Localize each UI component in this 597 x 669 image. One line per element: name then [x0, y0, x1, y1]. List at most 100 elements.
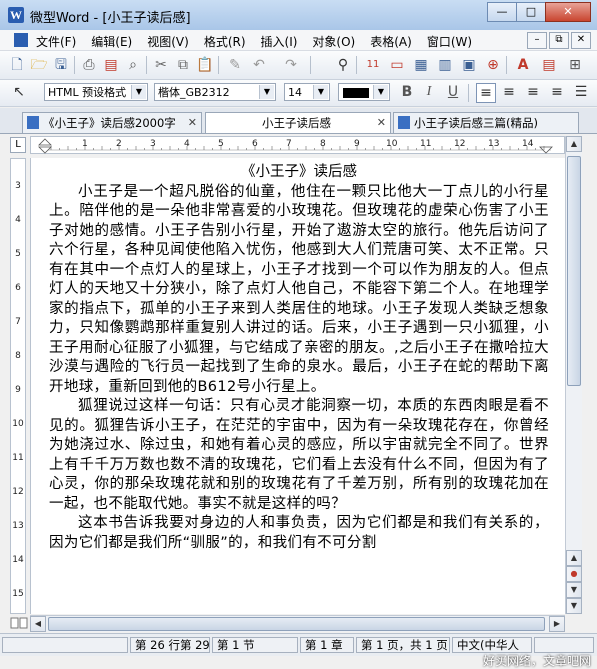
menu-format[interactable]: 格式(R) — [204, 33, 246, 50]
ruler-number: 6 — [252, 139, 258, 149]
scroll-right-icon[interactable]: ▶ — [549, 616, 565, 632]
paste-icon[interactable]: 📋 — [196, 56, 214, 74]
close-tab-icon[interactable]: ✕ — [188, 113, 197, 133]
ruler-number: 4 — [184, 139, 190, 149]
italic-button[interactable]: I — [420, 83, 438, 101]
view-mode-icon[interactable] — [10, 616, 28, 630]
justify-icon[interactable]: ≡ — [548, 83, 566, 101]
page-down-icon[interactable]: ▼ — [566, 582, 582, 598]
toolbar-overflow-icon[interactable]: ⊞ — [566, 56, 584, 74]
vertical-ruler[interactable]: 3 4 5 6 7 8 9 10 11 12 13 14 15 — [10, 158, 26, 614]
insert-table-icon[interactable]: ▦ — [412, 56, 430, 74]
print-preview-icon[interactable]: ⌕ — [124, 56, 142, 74]
cut-icon[interactable]: ✂ — [152, 56, 170, 74]
menu-object[interactable]: 对象(O) — [312, 33, 355, 50]
browse-object-icon[interactable]: ● — [566, 566, 582, 582]
document-menu-icon[interactable] — [14, 33, 28, 47]
undo-icon[interactable]: ↶ — [250, 56, 268, 74]
word-app-icon[interactable]: W — [8, 7, 24, 23]
menu-view[interactable]: 视图(V) — [147, 33, 189, 50]
distributed-align-icon[interactable]: ☰ — [572, 83, 590, 101]
doc-restore-button[interactable]: ⧉ — [549, 32, 569, 49]
horizontal-ruler[interactable]: 1 2 3 4 5 6 7 8 9 10 11 12 13 14 — [30, 136, 565, 154]
ruler-number: 14 — [12, 555, 24, 565]
word-doc-icon — [398, 116, 410, 129]
print-icon[interactable]: ⎙ — [80, 56, 98, 74]
menu-items: 文件(F) 编辑(E) 视图(V) 格式(R) 插入(I) 对象(O) 表格(A… — [36, 33, 487, 50]
toolbar-separator — [310, 56, 311, 74]
ruler-number: 13 — [488, 139, 500, 149]
tab-document-3[interactable]: 小王子读后感三篇(精品) — [393, 112, 579, 133]
font-size-select[interactable]: 14 ▼ — [284, 83, 330, 101]
chevron-down-icon[interactable]: ▼ — [313, 85, 328, 99]
close-tab-icon[interactable]: ✕ — [377, 113, 386, 133]
find-binoculars-icon[interactable]: ⚲ — [334, 56, 352, 74]
status-extra — [534, 637, 594, 653]
save-icon[interactable]: 🖫 — [52, 56, 70, 74]
menu-edit[interactable]: 编辑(E) — [91, 33, 132, 50]
ruler-number: 8 — [320, 139, 326, 149]
menu-insert[interactable]: 插入(I) — [261, 33, 298, 50]
toolbar-separator — [506, 56, 507, 74]
font-select[interactable]: 楷体_GB2312 ▼ — [154, 83, 276, 101]
close-button[interactable]: ✕ — [545, 2, 591, 22]
toolbar-separator — [74, 56, 75, 74]
page-number-icon[interactable]: 11 — [364, 56, 382, 74]
columns-icon[interactable]: ▥ — [436, 56, 454, 74]
horizontal-scroll-thumb[interactable] — [48, 617, 545, 631]
word-doc-icon — [27, 116, 39, 129]
copy-icon[interactable]: ⧉ — [174, 56, 192, 74]
maximize-button[interactable]: □ — [516, 2, 546, 22]
minimize-button[interactable]: — — [487, 2, 517, 22]
format-painter-icon[interactable]: ✎ — [226, 56, 244, 74]
align-center-icon[interactable]: ≡ — [500, 83, 518, 101]
pdf-export-icon[interactable]: ▤ — [102, 56, 120, 74]
menu-file[interactable]: 文件(F) — [36, 33, 76, 50]
align-left-icon[interactable]: ≡ — [476, 83, 496, 103]
ruler-number: 12 — [454, 139, 466, 149]
status-position: 第 26 行第 29 — [130, 637, 210, 653]
text-color-select[interactable]: ▼ — [338, 83, 390, 101]
font-color-a-icon[interactable]: A — [514, 56, 532, 74]
menu-table[interactable]: 表格(A) — [370, 33, 412, 50]
menu-window[interactable]: 窗口(W) — [427, 33, 472, 50]
underline-button[interactable]: U — [444, 83, 462, 101]
new-document-icon[interactable]: 🗋 — [8, 56, 26, 74]
horizontal-scrollbar[interactable]: ◀ ▶ — [30, 615, 565, 632]
doc-close-button[interactable]: ✕ — [571, 32, 591, 49]
select-pointer-icon[interactable]: ↖ — [10, 83, 28, 101]
chevron-down-icon[interactable]: ▼ — [373, 85, 388, 99]
tab-document-1[interactable]: 《小王子》读后感2000字 ✕ — [22, 112, 202, 133]
doc-minimize-button[interactable]: – — [527, 32, 547, 49]
ruler-number: 1 — [82, 139, 88, 149]
scroll-up-icon[interactable]: ▲ — [566, 550, 582, 566]
style-select[interactable]: HTML 预设格式 ▼ — [44, 83, 148, 101]
symbol-search-icon[interactable]: ⊕ — [484, 56, 502, 74]
tab-stop-selector[interactable]: L — [10, 137, 26, 153]
menu-bar: 文件(F) 编辑(E) 视图(V) 格式(R) 插入(I) 对象(O) 表格(A… — [0, 30, 597, 51]
ruler-number: 11 — [12, 453, 24, 463]
ruler-number: 4 — [15, 215, 21, 225]
chevron-down-icon[interactable]: ▼ — [131, 85, 146, 99]
document-page[interactable]: 《小王子》读后感 小王子是一个超凡脱俗的仙童，他住在一颗只比他大一丁点儿的小行星… — [30, 158, 566, 614]
picture-icon[interactable]: ▣ — [460, 56, 478, 74]
open-folder-icon[interactable]: 🗁 — [30, 56, 48, 74]
vertical-scrollbar[interactable]: ▲ ▲ ● ▼ ▼ — [565, 136, 582, 614]
tab-document-2[interactable]: 小王子读后感 ✕ — [205, 112, 391, 133]
ruler-number: 6 — [15, 283, 21, 293]
document-title: 《小王子》读后感 — [241, 164, 357, 180]
status-empty — [2, 637, 128, 653]
scroll-down-icon[interactable]: ▼ — [566, 598, 582, 614]
scroll-left-icon[interactable]: ◀ — [30, 616, 46, 632]
insert-frame-icon[interactable]: ▭ — [388, 56, 406, 74]
ruler-number: 3 — [15, 181, 21, 191]
align-right-icon[interactable]: ≡ — [524, 83, 542, 101]
ruler-number: 9 — [15, 385, 21, 395]
scroll-up-icon[interactable]: ▲ — [566, 136, 582, 152]
vertical-scroll-thumb[interactable] — [567, 156, 581, 386]
document-content[interactable]: 《小王子》读后感 小王子是一个超凡脱俗的仙童，他住在一颗只比他大一丁点儿的小行星… — [49, 163, 549, 553]
bold-button[interactable]: B — [398, 83, 416, 101]
chevron-down-icon[interactable]: ▼ — [259, 85, 274, 99]
redo-icon[interactable]: ↷ — [282, 56, 300, 74]
highlight-icon[interactable]: ▤ — [540, 56, 558, 74]
